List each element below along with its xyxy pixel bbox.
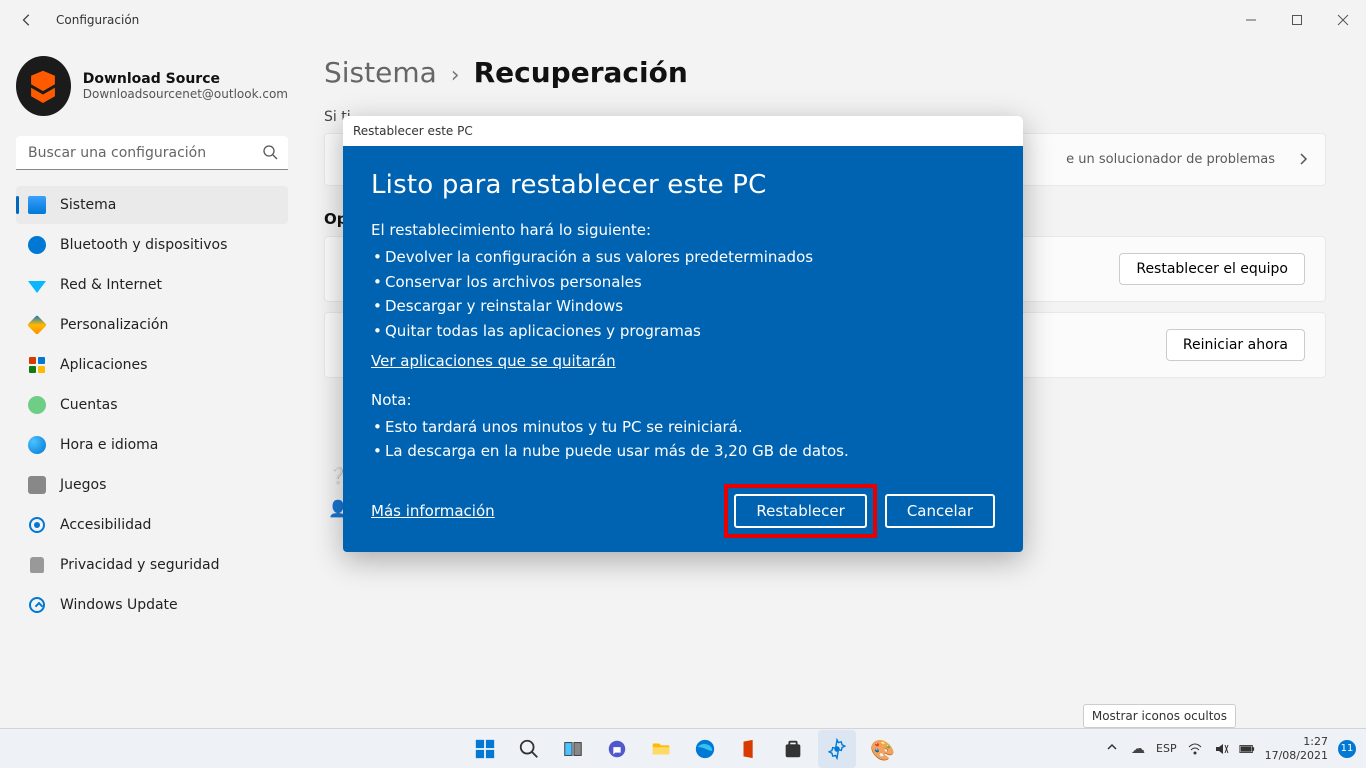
dialog-bullet: Devolver la configuración a sus valores …	[371, 245, 995, 270]
dialog-bullet-list: Devolver la configuración a sus valores …	[371, 245, 995, 344]
avatar	[16, 56, 71, 116]
dialog-intro: El restablecimiento hará lo siguiente:	[371, 218, 995, 243]
app-title: Configuración	[56, 13, 139, 27]
more-info-link[interactable]: Más información	[371, 502, 495, 520]
settings-icon[interactable]	[818, 730, 856, 768]
store-icon[interactable]	[774, 730, 812, 768]
show-hidden-icons[interactable]	[1106, 741, 1120, 756]
sidebar-item-bt[interactable]: Bluetooth y dispositivos	[16, 226, 288, 264]
troubleshoot-desc: e un solucionador de problemas	[1066, 152, 1275, 167]
nav-list: Sistema Bluetooth y dispositivos Red & Int…	[16, 186, 288, 624]
paint-icon[interactable]: 🎨	[862, 730, 900, 768]
breadcrumb-parent[interactable]: Sistema	[324, 56, 437, 89]
restart-now-button[interactable]: Reiniciar ahora	[1166, 329, 1305, 361]
sidebar-item-access[interactable]: Accesibilidad	[16, 506, 288, 544]
language-indicator[interactable]: ESP	[1156, 742, 1177, 755]
battery-icon[interactable]	[1239, 741, 1255, 757]
sidebar-item-apps[interactable]: Aplicaciones	[16, 346, 288, 384]
sidebar-item-net[interactable]: Red & Internet	[16, 266, 288, 304]
explorer-icon[interactable]	[642, 730, 680, 768]
notification-badge[interactable]: 11	[1338, 740, 1356, 758]
edge-icon[interactable]	[686, 730, 724, 768]
sidebar-item-acc[interactable]: Cuentas	[16, 386, 288, 424]
chevron-right-icon	[1297, 150, 1309, 169]
breadcrumb: Sistema › Recuperación	[324, 56, 1326, 89]
dialog-bullet: Descargar y reinstalar Windows	[371, 294, 995, 319]
sidebar-item-label: Red & Internet	[60, 277, 162, 293]
reset-dialog: Restablecer este PC Listo para restablec…	[343, 116, 1023, 552]
sidebar-item-sys[interactable]: Sistema	[16, 186, 288, 224]
system-tray: Mostrar iconos ocultos ☁ ESP 1:27 17/08/…	[1106, 735, 1366, 761]
volume-icon[interactable]	[1213, 741, 1229, 757]
onedrive-icon[interactable]: ☁	[1130, 741, 1146, 757]
sidebar-item-label: Windows Update	[60, 597, 178, 613]
sidebar-item-pers[interactable]: Personalización	[16, 306, 288, 344]
taskbar-search-icon[interactable]	[510, 730, 548, 768]
taskbar: 🎨 Mostrar iconos ocultos ☁ ESP 1:27 17/0…	[0, 728, 1366, 768]
sidebar-item-time[interactable]: Hora e idioma	[16, 426, 288, 464]
dialog-header: Restablecer este PC	[343, 116, 1023, 146]
note-bullet-list: Esto tardará unos minutos y tu PC se rei…	[371, 415, 995, 465]
sidebar-item-games[interactable]: Juegos	[16, 466, 288, 504]
sidebar-item-label: Hora e idioma	[60, 437, 158, 453]
cancel-button[interactable]: Cancelar	[885, 494, 995, 528]
profile-block[interactable]: Download Source Downloadsourcenet@outloo…	[16, 56, 288, 116]
note-bullet: Esto tardará unos minutos y tu PC se rei…	[371, 415, 995, 440]
search-box	[16, 136, 288, 170]
window-controls	[1228, 0, 1366, 40]
back-icon[interactable]	[18, 11, 36, 29]
view-apps-link[interactable]: Ver aplicaciones que se quitarán	[371, 352, 616, 370]
maximize-button[interactable]	[1274, 0, 1320, 40]
search-icon[interactable]	[262, 144, 278, 160]
office-icon[interactable]	[730, 730, 768, 768]
close-button[interactable]	[1320, 0, 1366, 40]
tray-tooltip: Mostrar iconos ocultos	[1083, 704, 1236, 728]
profile-email: Downloadsourcenet@outlook.com	[83, 87, 288, 101]
clock[interactable]: 1:27 17/08/2021	[1265, 735, 1328, 761]
profile-name: Download Source	[83, 71, 288, 87]
dialog-title: Listo para restablecer este PC	[371, 170, 995, 200]
note-label: Nota:	[371, 388, 995, 413]
chat-icon[interactable]	[598, 730, 636, 768]
note-bullet: La descarga en la nube puede usar más de…	[371, 439, 995, 464]
sidebar-item-label: Sistema	[60, 197, 116, 213]
sidebar-item-label: Personalización	[60, 317, 168, 333]
sidebar-item-label: Cuentas	[60, 397, 118, 413]
date-text: 17/08/2021	[1265, 749, 1328, 762]
search-input[interactable]	[16, 136, 288, 170]
dialog-bullet: Quitar todas las aplicaciones y programa…	[371, 319, 995, 344]
start-button[interactable]	[466, 730, 504, 768]
minimize-button[interactable]	[1228, 0, 1274, 40]
task-view-icon[interactable]	[554, 730, 592, 768]
sidebar-item-label: Aplicaciones	[60, 357, 147, 373]
sidebar-item-upd[interactable]: Windows Update	[16, 586, 288, 624]
sidebar-item-priv[interactable]: Privacidad y seguridad	[16, 546, 288, 584]
reset-pc-button[interactable]: Restablecer el equipo	[1119, 253, 1305, 285]
sidebar-item-label: Privacidad y seguridad	[60, 557, 220, 573]
sidebar-item-label: Accesibilidad	[60, 517, 151, 533]
dialog-bullet: Conservar los archivos personales	[371, 270, 995, 295]
taskbar-center: 🎨	[466, 730, 900, 768]
time-text: 1:27	[1265, 735, 1328, 748]
titlebar: Configuración	[0, 0, 1366, 40]
reset-button[interactable]: Restablecer	[734, 494, 866, 528]
page-title: Recuperación	[474, 56, 688, 89]
breadcrumb-separator: ›	[451, 63, 460, 88]
sidebar-item-label: Juegos	[60, 477, 106, 493]
sidebar-item-label: Bluetooth y dispositivos	[60, 237, 227, 253]
sidebar: Download Source Downloadsourcenet@outloo…	[0, 40, 300, 728]
wifi-icon[interactable]	[1187, 741, 1203, 757]
